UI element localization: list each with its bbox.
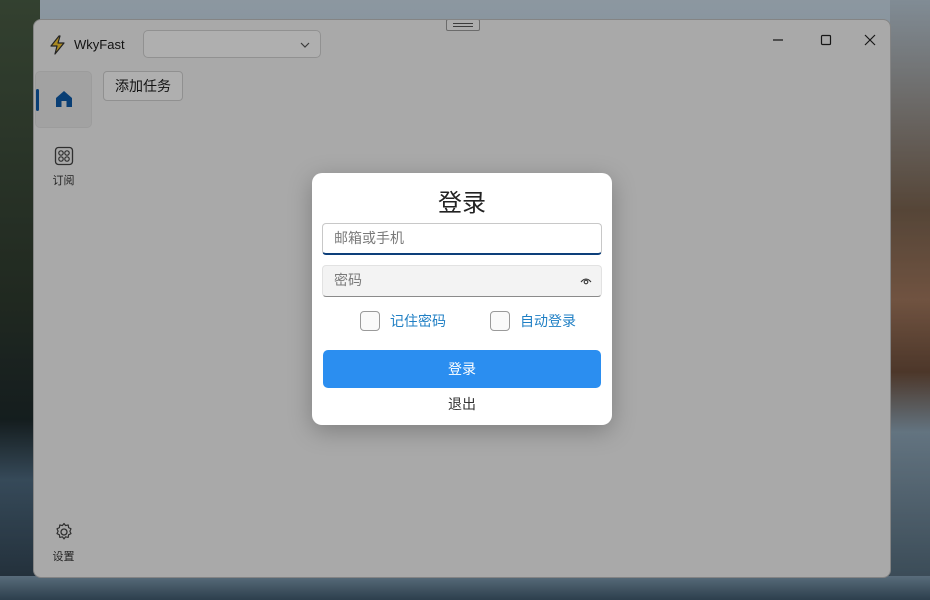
checkbox-box[interactable] [360,311,380,331]
remember-password-checkbox[interactable]: 记住密码 [360,311,446,331]
login-dialog: 登录 记住密码 自动登录 登录 退出 [312,173,612,425]
exit-button[interactable]: 退出 [312,394,612,414]
auto-login-label[interactable]: 自动登录 [520,311,576,331]
email-field[interactable] [322,223,602,255]
dialog-title: 登录 [438,189,486,217]
eye-icon[interactable] [580,276,592,286]
auto-login-checkbox[interactable]: 自动登录 [490,311,576,331]
remember-password-label[interactable]: 记住密码 [390,311,446,331]
password-field-wrapper [322,265,602,297]
checkbox-box[interactable] [490,311,510,331]
login-button[interactable]: 登录 [323,350,601,388]
password-field[interactable] [322,265,602,297]
